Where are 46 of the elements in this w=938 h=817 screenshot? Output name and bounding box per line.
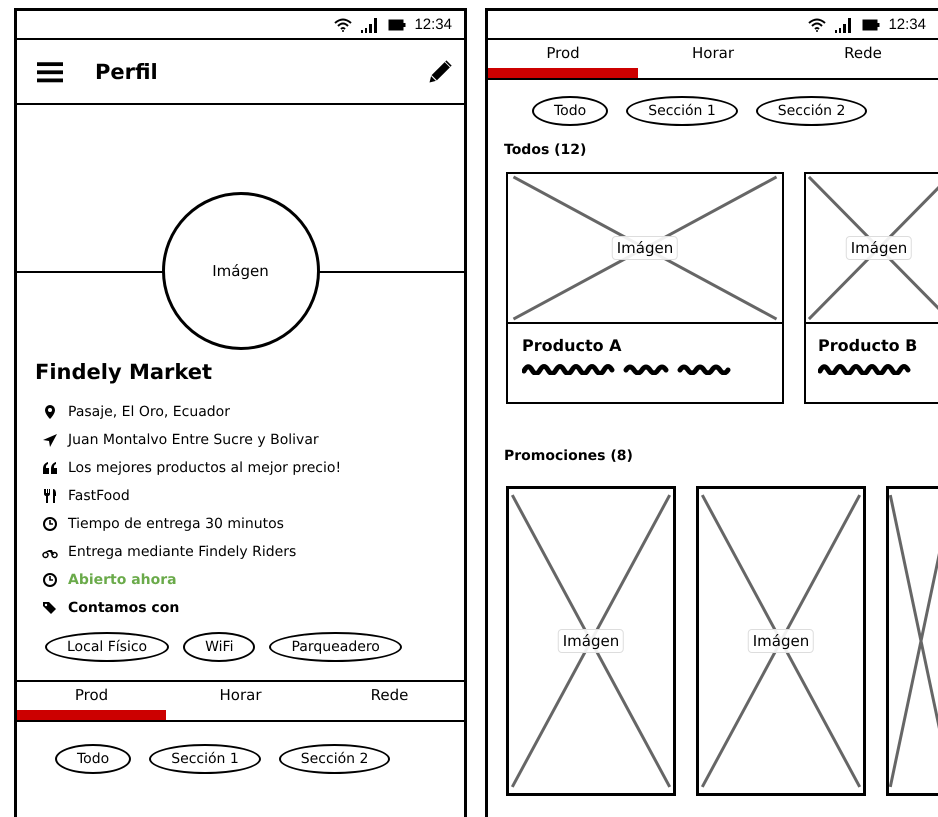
section-heading: Todos (12) <box>504 142 588 158</box>
info-text: Pasaje, El Oro, Ecuador <box>68 404 230 420</box>
filter-chip[interactable]: Todo <box>55 744 132 774</box>
info-text: Contamos con <box>68 600 180 616</box>
cutlery-icon <box>42 488 58 504</box>
store-name: Findely Market <box>35 360 214 384</box>
clock-icon <box>42 572 58 588</box>
menu-icon[interactable] <box>37 60 63 82</box>
filter-chip[interactable]: Local Físico <box>45 632 170 662</box>
battery-icon <box>388 18 406 30</box>
location-pin-icon <box>42 404 58 420</box>
status-time: 12:34 <box>414 16 452 33</box>
section-heading: Promociones (8) <box>504 448 634 464</box>
image-label: Imágen <box>558 629 624 653</box>
info-text: Los mejores productos al mejor precio! <box>68 460 342 476</box>
info-text: FastFood <box>68 488 130 504</box>
filter-chip[interactable]: Sección 1 <box>149 744 261 774</box>
wifi-icon <box>334 18 352 32</box>
tags-icon <box>42 600 58 616</box>
clock-icon <box>42 516 58 532</box>
filter-chip[interactable]: Sección 1 <box>626 96 738 126</box>
product-name: Producto B <box>818 336 918 355</box>
filter-chip[interactable]: WiFi <box>183 632 256 662</box>
filter-chip[interactable]: Todo <box>532 96 608 126</box>
quote-icon <box>42 460 58 476</box>
info-text: Entrega mediante Findely Riders <box>68 544 296 560</box>
wifi-icon <box>808 18 826 32</box>
product-card[interactable]: Imágen Producto A <box>506 172 784 404</box>
promotion-image-placeholder[interactable]: Imágen <box>506 486 676 796</box>
filter-chip[interactable]: Parqueadero <box>269 632 402 662</box>
info-text: Abierto ahora <box>68 572 177 588</box>
filter-chip[interactable]: Sección 2 <box>756 96 868 126</box>
product-name: Producto A <box>522 336 623 355</box>
status-time: 12:34 <box>888 16 926 33</box>
product-card[interactable]: Imágen Producto B <box>804 172 938 404</box>
screen-title: Perfil <box>95 60 159 84</box>
info-text: Tiempo de entrega 30 minutos <box>68 516 284 532</box>
filter-chip[interactable]: Sección 2 <box>278 744 390 774</box>
battery-icon <box>862 18 880 30</box>
promotion-image-placeholder[interactable]: Imágen <box>696 486 866 796</box>
info-text: Juan Montalvo Entre Sucre y Bolivar <box>68 432 319 448</box>
image-label: Imágen <box>748 629 814 653</box>
image-label: Imágen <box>612 236 678 260</box>
image-label: Imágen <box>846 236 912 260</box>
navigation-arrow-icon <box>42 432 58 448</box>
image-label: Imágen <box>212 262 269 280</box>
